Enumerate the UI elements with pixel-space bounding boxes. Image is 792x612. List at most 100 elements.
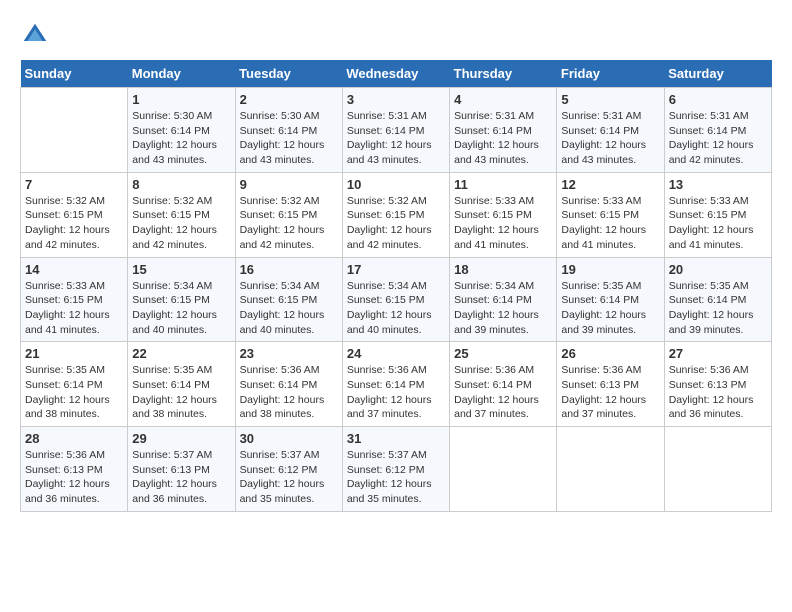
calendar-cell: 21 Sunrise: 5:35 AMSunset: 6:14 PMDayligh… bbox=[21, 342, 128, 427]
weekday-header-tuesday: Tuesday bbox=[235, 60, 342, 88]
weekday-header-saturday: Saturday bbox=[664, 60, 771, 88]
day-number: 19 bbox=[561, 262, 659, 277]
calendar-cell: 2 Sunrise: 5:30 AMSunset: 6:14 PMDaylight… bbox=[235, 88, 342, 173]
calendar-cell: 27Sunrise: 5:36 AMSunset: 6:13 PMDayligh… bbox=[664, 342, 771, 427]
day-info: Sunrise: 5:32 AMSunset: 6:15 PMDaylight:… bbox=[132, 194, 230, 253]
day-info: Sunrise: 5:32 AMSunset: 6:15 PMDaylight:… bbox=[240, 194, 338, 253]
calendar-cell: 4 Sunrise: 5:31 AMSunset: 6:14 PMDaylight… bbox=[450, 88, 557, 173]
day-number: 5 bbox=[561, 92, 659, 107]
day-number: 21 bbox=[25, 346, 123, 361]
calendar-cell: 10 Sunrise: 5:32 AMSunset: 6:15 PMDayligh… bbox=[342, 172, 449, 257]
calendar-week-4: 21 Sunrise: 5:35 AMSunset: 6:14 PMDayligh… bbox=[21, 342, 772, 427]
day-info: Sunrise: 5:34 AMSunset: 6:14 PMDaylight:… bbox=[454, 279, 552, 338]
day-info: Sunrise: 5:36 AMSunset: 6:13 PMDaylight:… bbox=[561, 363, 659, 422]
day-number: 11 bbox=[454, 177, 552, 192]
weekday-header-thursday: Thursday bbox=[450, 60, 557, 88]
day-number: 20 bbox=[669, 262, 767, 277]
day-number: 18 bbox=[454, 262, 552, 277]
calendar-cell: 8 Sunrise: 5:32 AMSunset: 6:15 PMDaylight… bbox=[128, 172, 235, 257]
day-number: 3 bbox=[347, 92, 445, 107]
calendar-week-3: 14 Sunrise: 5:33 AMSunset: 6:15 PMDayligh… bbox=[21, 257, 772, 342]
calendar-cell: 11Sunrise: 5:33 AMSunset: 6:15 PMDayligh… bbox=[450, 172, 557, 257]
calendar-cell: 9 Sunrise: 5:32 AMSunset: 6:15 PMDaylight… bbox=[235, 172, 342, 257]
day-info: Sunrise: 5:36 AMSunset: 6:14 PMDaylight:… bbox=[347, 363, 445, 422]
day-info: Sunrise: 5:31 AMSunset: 6:14 PMDaylight:… bbox=[347, 109, 445, 168]
logo bbox=[20, 20, 54, 50]
day-info: Sunrise: 5:31 AMSunset: 6:14 PMDaylight:… bbox=[669, 109, 767, 168]
calendar-cell: 23 Sunrise: 5:36 AMSunset: 6:14 PMDayligh… bbox=[235, 342, 342, 427]
day-info: Sunrise: 5:35 AMSunset: 6:14 PMDaylight:… bbox=[25, 363, 123, 422]
calendar-cell bbox=[664, 427, 771, 512]
day-number: 31 bbox=[347, 431, 445, 446]
day-number: 1 bbox=[132, 92, 230, 107]
day-number: 12 bbox=[561, 177, 659, 192]
day-number: 22 bbox=[132, 346, 230, 361]
day-info: Sunrise: 5:34 AMSunset: 6:15 PMDaylight:… bbox=[132, 279, 230, 338]
day-info: Sunrise: 5:34 AMSunset: 6:15 PMDaylight:… bbox=[240, 279, 338, 338]
day-number: 28 bbox=[25, 431, 123, 446]
day-number: 2 bbox=[240, 92, 338, 107]
day-info: Sunrise: 5:37 AMSunset: 6:12 PMDaylight:… bbox=[347, 448, 445, 507]
calendar-cell: 31 Sunrise: 5:37 AMSunset: 6:12 PMDayligh… bbox=[342, 427, 449, 512]
calendar-cell: 12 Sunrise: 5:33 AMSunset: 6:15 PMDayligh… bbox=[557, 172, 664, 257]
day-number: 23 bbox=[240, 346, 338, 361]
day-info: Sunrise: 5:32 AMSunset: 6:15 PMDaylight:… bbox=[25, 194, 123, 253]
day-info: Sunrise: 5:36 AMSunset: 6:13 PMDaylight:… bbox=[25, 448, 123, 507]
day-info: Sunrise: 5:33 AMSunset: 6:15 PMDaylight:… bbox=[25, 279, 123, 338]
weekday-header-sunday: Sunday bbox=[21, 60, 128, 88]
calendar-cell: 16 Sunrise: 5:34 AMSunset: 6:15 PMDayligh… bbox=[235, 257, 342, 342]
day-info: Sunrise: 5:33 AMSunset: 6:15 PMDaylight:… bbox=[561, 194, 659, 253]
day-info: Sunrise: 5:37 AMSunset: 6:12 PMDaylight:… bbox=[240, 448, 338, 507]
calendar-cell: 6Sunrise: 5:31 AMSunset: 6:14 PMDaylight… bbox=[664, 88, 771, 173]
day-number: 8 bbox=[132, 177, 230, 192]
day-number: 10 bbox=[347, 177, 445, 192]
day-number: 17 bbox=[347, 262, 445, 277]
day-info: Sunrise: 5:31 AMSunset: 6:14 PMDaylight:… bbox=[454, 109, 552, 168]
calendar-cell: 20 Sunrise: 5:35 AMSunset: 6:14 PMDayligh… bbox=[664, 257, 771, 342]
day-number: 24 bbox=[347, 346, 445, 361]
day-info: Sunrise: 5:35 AMSunset: 6:14 PMDaylight:… bbox=[669, 279, 767, 338]
day-info: Sunrise: 5:32 AMSunset: 6:15 PMDaylight:… bbox=[347, 194, 445, 253]
day-number: 15 bbox=[132, 262, 230, 277]
calendar-cell: 13Sunrise: 5:33 AMSunset: 6:15 PMDayligh… bbox=[664, 172, 771, 257]
logo-icon bbox=[20, 20, 50, 50]
day-number: 4 bbox=[454, 92, 552, 107]
calendar-cell: 14 Sunrise: 5:33 AMSunset: 6:15 PMDayligh… bbox=[21, 257, 128, 342]
weekday-header-wednesday: Wednesday bbox=[342, 60, 449, 88]
day-number: 25 bbox=[454, 346, 552, 361]
calendar-cell: 18 Sunrise: 5:34 AMSunset: 6:14 PMDayligh… bbox=[450, 257, 557, 342]
calendar-cell: 1 Sunrise: 5:30 AMSunset: 6:14 PMDaylight… bbox=[128, 88, 235, 173]
day-info: Sunrise: 5:30 AMSunset: 6:14 PMDaylight:… bbox=[240, 109, 338, 168]
calendar-cell: 7 Sunrise: 5:32 AMSunset: 6:15 PMDaylight… bbox=[21, 172, 128, 257]
calendar-cell: 17 Sunrise: 5:34 AMSunset: 6:15 PMDayligh… bbox=[342, 257, 449, 342]
weekday-header-row: SundayMondayTuesdayWednesdayThursdayFrid… bbox=[21, 60, 772, 88]
weekday-header-friday: Friday bbox=[557, 60, 664, 88]
calendar-week-1: 1 Sunrise: 5:30 AMSunset: 6:14 PMDaylight… bbox=[21, 88, 772, 173]
day-info: Sunrise: 5:36 AMSunset: 6:14 PMDaylight:… bbox=[454, 363, 552, 422]
day-info: Sunrise: 5:36 AMSunset: 6:13 PMDaylight:… bbox=[669, 363, 767, 422]
weekday-header-monday: Monday bbox=[128, 60, 235, 88]
day-info: Sunrise: 5:37 AMSunset: 6:13 PMDaylight:… bbox=[132, 448, 230, 507]
day-info: Sunrise: 5:33 AMSunset: 6:15 PMDaylight:… bbox=[669, 194, 767, 253]
calendar-cell: 24 Sunrise: 5:36 AMSunset: 6:14 PMDayligh… bbox=[342, 342, 449, 427]
day-info: Sunrise: 5:30 AMSunset: 6:14 PMDaylight:… bbox=[132, 109, 230, 168]
calendar-cell bbox=[557, 427, 664, 512]
day-number: 7 bbox=[25, 177, 123, 192]
calendar-cell: 22 Sunrise: 5:35 AMSunset: 6:14 PMDayligh… bbox=[128, 342, 235, 427]
day-number: 9 bbox=[240, 177, 338, 192]
calendar-cell: 25 Sunrise: 5:36 AMSunset: 6:14 PMDayligh… bbox=[450, 342, 557, 427]
calendar-cell bbox=[21, 88, 128, 173]
calendar-cell: 28 Sunrise: 5:36 AMSunset: 6:13 PMDayligh… bbox=[21, 427, 128, 512]
calendar-cell: 19 Sunrise: 5:35 AMSunset: 6:14 PMDayligh… bbox=[557, 257, 664, 342]
calendar-cell: 15 Sunrise: 5:34 AMSunset: 6:15 PMDayligh… bbox=[128, 257, 235, 342]
day-info: Sunrise: 5:36 AMSunset: 6:14 PMDaylight:… bbox=[240, 363, 338, 422]
day-number: 29 bbox=[132, 431, 230, 446]
day-number: 14 bbox=[25, 262, 123, 277]
day-info: Sunrise: 5:35 AMSunset: 6:14 PMDaylight:… bbox=[132, 363, 230, 422]
day-info: Sunrise: 5:34 AMSunset: 6:15 PMDaylight:… bbox=[347, 279, 445, 338]
calendar-cell: 30Sunrise: 5:37 AMSunset: 6:12 PMDayligh… bbox=[235, 427, 342, 512]
day-info: Sunrise: 5:35 AMSunset: 6:14 PMDaylight:… bbox=[561, 279, 659, 338]
calendar-cell: 5Sunrise: 5:31 AMSunset: 6:14 PMDaylight… bbox=[557, 88, 664, 173]
calendar-week-2: 7 Sunrise: 5:32 AMSunset: 6:15 PMDaylight… bbox=[21, 172, 772, 257]
day-number: 16 bbox=[240, 262, 338, 277]
